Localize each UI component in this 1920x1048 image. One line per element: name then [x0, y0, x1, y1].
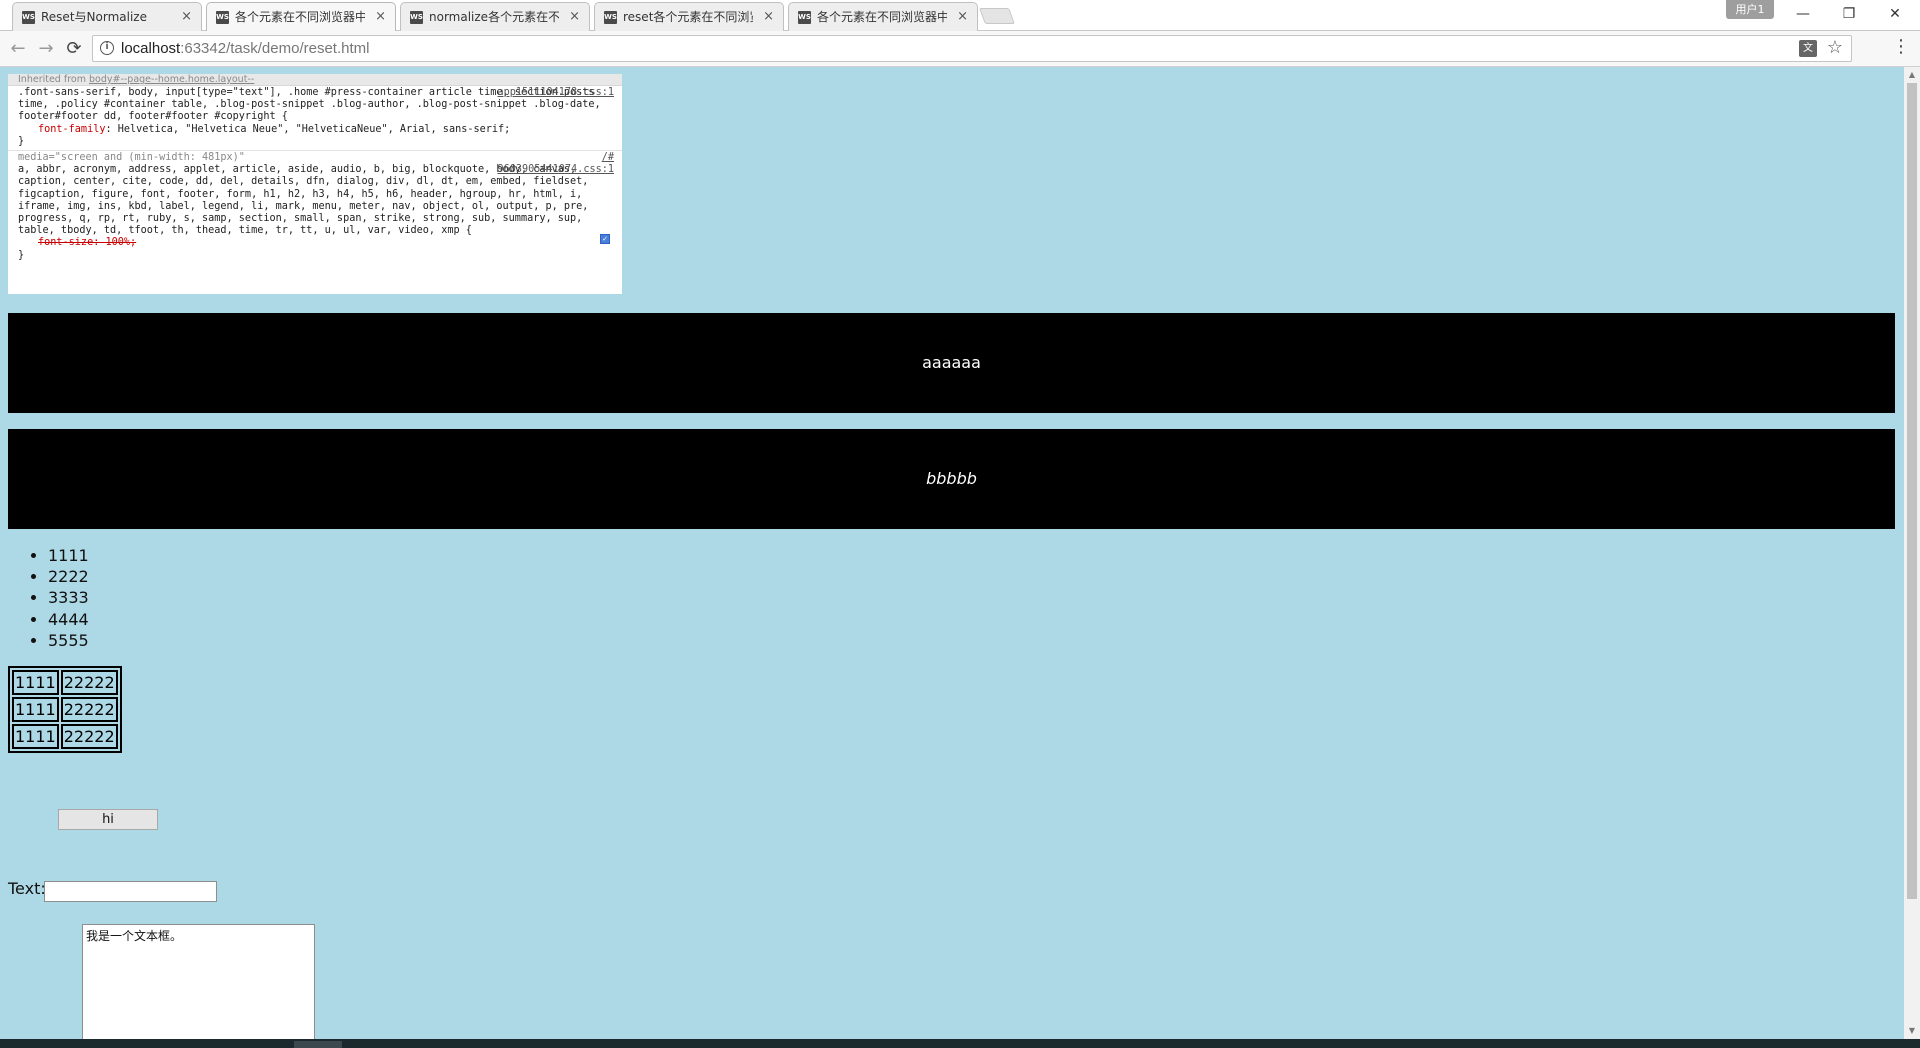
- taskbar-item[interactable]: [294, 1041, 342, 1048]
- inherited-header: Inherited from body#--page--home.home.la…: [8, 74, 622, 86]
- list-item: 2222: [48, 566, 89, 587]
- url-path: :63342/task/demo/reset.html: [180, 40, 370, 57]
- css-rule-close: }: [18, 249, 25, 261]
- table-cell: 22222: [60, 724, 118, 749]
- css-property-value: : Helvetica, "Helvetica Neue", "Helvetic…: [105, 123, 511, 135]
- site-info-icon[interactable]: i: [100, 41, 114, 55]
- browser-tab[interactable]: WS reset各个元素在不同浏览 ×: [594, 2, 784, 31]
- minimize-icon[interactable]: —: [1780, 0, 1826, 28]
- hi-button[interactable]: hi: [58, 809, 158, 830]
- back-icon[interactable]: ←: [6, 37, 30, 61]
- devtools-screenshot-image: Inherited from body#--page--home.home.la…: [8, 74, 622, 294]
- tab-close-icon[interactable]: ×: [763, 3, 774, 31]
- tab-close-icon[interactable]: ×: [569, 3, 580, 31]
- table-cell: 22222: [60, 697, 118, 722]
- inherited-label: Inherited from: [18, 74, 89, 85]
- table-cell: 1111: [12, 670, 59, 695]
- vertical-scrollbar[interactable]: ▲ ▼: [1904, 67, 1920, 1039]
- css-property: font-family: Helvetica, "Helvetica Neue"…: [18, 124, 614, 136]
- new-tab-button[interactable]: [979, 8, 1015, 24]
- webstorm-favicon-icon: WS: [216, 11, 229, 24]
- webstorm-favicon-icon: WS: [410, 11, 423, 24]
- list-item: 3333: [48, 587, 89, 608]
- css-rule: app1511104178.css:1 .font-sans-serif, bo…: [8, 86, 622, 150]
- list-item: 1111: [48, 545, 89, 566]
- browser-toolbar: ← → ⟳ i localhost:63342/task/demo/reset.…: [0, 31, 1920, 67]
- url-text: localhost:63342/task/demo/reset.html: [121, 40, 369, 57]
- css-source-top: /#: [601, 152, 614, 164]
- address-bar[interactable]: i localhost:63342/task/demo/reset.html 文…: [92, 35, 1852, 62]
- browser-tab-active[interactable]: WS 各个元素在不同浏览器中 ×: [206, 2, 396, 31]
- browser-tab[interactable]: WS 各个元素在不同浏览器中 ×: [788, 2, 978, 31]
- tab-title: 各个元素在不同浏览器中: [235, 10, 365, 24]
- restore-icon[interactable]: ❐: [1826, 0, 1872, 28]
- black-box-bbbbb: bbbbb: [8, 429, 1895, 529]
- css-source-link: app1511104178.css:1: [497, 87, 614, 98]
- textarea[interactable]: 我是一个文本框。: [82, 924, 315, 1039]
- tab-close-icon[interactable]: ×: [957, 3, 968, 31]
- translate-icon[interactable]: 文: [1799, 40, 1817, 57]
- table-cell: 1111: [12, 697, 59, 722]
- css-property-name: font-family: [38, 123, 106, 135]
- text-input[interactable]: [44, 881, 217, 902]
- scrollbar-thumb[interactable]: [1907, 83, 1917, 899]
- css-rule: media="screen and (min-width: 481px)" /#…: [8, 150, 622, 264]
- list-item: 5555: [48, 630, 89, 651]
- text-input-label: Text:: [8, 879, 46, 898]
- browser-tab[interactable]: WS normalize各个元素在不 ×: [400, 2, 590, 31]
- checkbox-checked-icon: ✓: [600, 233, 610, 244]
- tab-close-icon[interactable]: ×: [181, 3, 192, 31]
- tab-title: Reset与Normalize: [41, 10, 147, 24]
- page-viewport: Inherited from body#--page--home.home.la…: [0, 67, 1904, 1039]
- url-host: localhost: [121, 40, 181, 57]
- black-box-aaaaaa: aaaaaa: [8, 313, 1895, 413]
- bullet-list: 1111 2222 3333 4444 5555: [48, 545, 89, 651]
- webstorm-favicon-icon: WS: [798, 11, 811, 24]
- tab-title: reset各个元素在不同浏览: [623, 10, 753, 24]
- close-window-icon[interactable]: ✕: [1872, 0, 1918, 28]
- tab-title: 各个元素在不同浏览器中: [817, 10, 947, 24]
- data-table: 1111 22222 1111 22222 1111 22222: [8, 666, 122, 753]
- css-property-overridden: font-size: 100%;: [38, 237, 137, 249]
- bookmark-star-icon[interactable]: ☆: [1827, 37, 1843, 58]
- table-row: 1111 22222: [12, 670, 118, 695]
- browser-tab[interactable]: WS Reset与Normalize ×: [12, 2, 202, 31]
- css-media-query: media="screen and (min-width: 481px)": [18, 152, 245, 164]
- list-item: 4444: [48, 609, 89, 630]
- css-rule-close: }: [18, 135, 25, 147]
- user-profile-badge[interactable]: 用户1: [1726, 0, 1774, 19]
- forward-icon[interactable]: →: [34, 37, 58, 61]
- webstorm-favicon-icon: WS: [604, 11, 617, 24]
- table-cell: 1111: [12, 724, 59, 749]
- scroll-down-icon[interactable]: ▼: [1904, 1023, 1920, 1039]
- table-cell: 22222: [60, 670, 118, 695]
- tab-strip: WS Reset与Normalize × WS 各个元素在不同浏览器中 × WS…: [0, 0, 1920, 31]
- scroll-up-icon[interactable]: ▲: [1904, 67, 1920, 83]
- tab-close-icon[interactable]: ×: [375, 3, 386, 31]
- table-row: 1111 22222: [12, 724, 118, 749]
- table-row: 1111 22222: [12, 697, 118, 722]
- browser-menu-icon[interactable]: ⋮: [1892, 36, 1910, 57]
- inherited-link: body#--page--home.home.layout--: [88, 74, 255, 85]
- tab-title: normalize各个元素在不: [429, 10, 559, 24]
- css-source-link: 9603905441074.css:1: [497, 164, 614, 176]
- reload-icon[interactable]: ⟳: [62, 37, 86, 61]
- webstorm-favicon-icon: WS: [22, 11, 35, 24]
- os-taskbar: [0, 1039, 1920, 1048]
